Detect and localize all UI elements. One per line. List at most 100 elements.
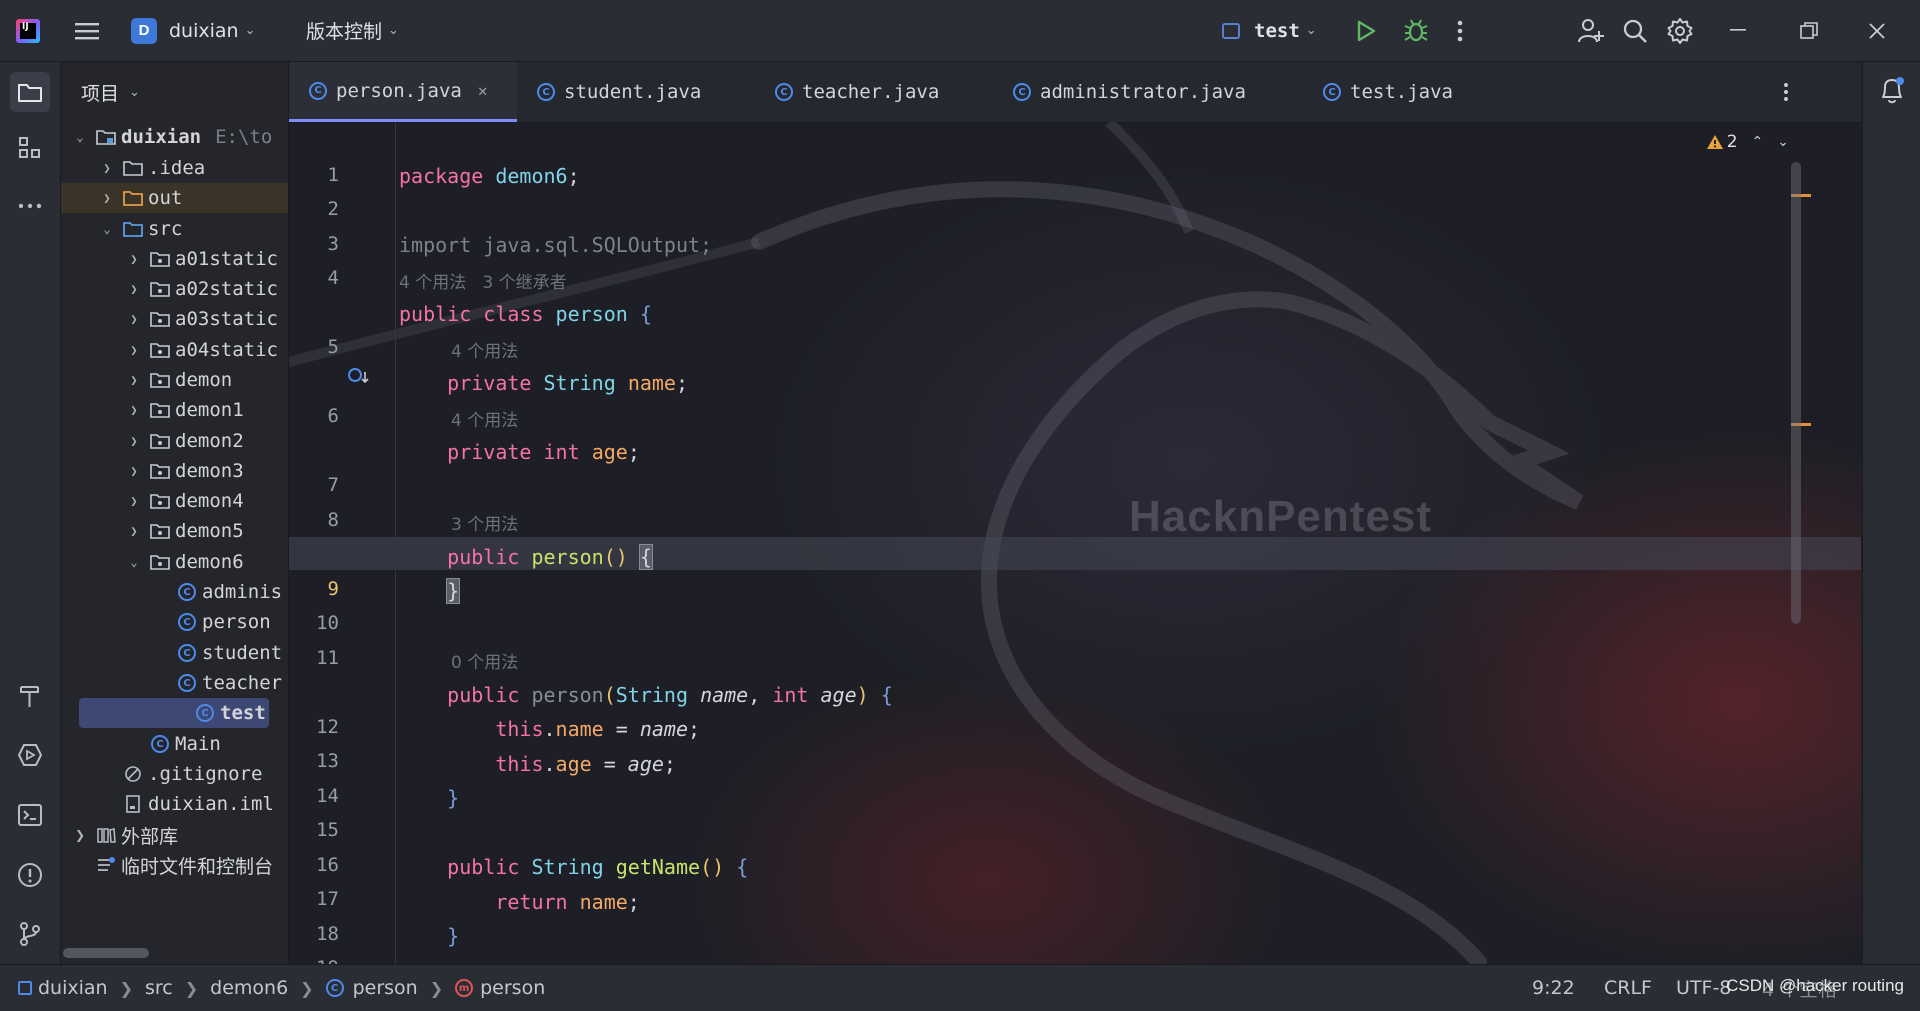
code-line[interactable]: } bbox=[399, 578, 461, 604]
tree-item[interactable]: ❯ demon2 bbox=[61, 426, 288, 456]
problems-icon[interactable] bbox=[10, 855, 50, 895]
tab-administrator-java[interactable]: C administrator.java bbox=[1013, 62, 1246, 122]
chevron-down-icon[interactable]: ⌄ bbox=[125, 555, 143, 569]
tab-more-icon[interactable] bbox=[1783, 62, 1789, 122]
code-line[interactable]: private String name; bbox=[399, 371, 688, 395]
tree-item[interactable]: duixian.iml bbox=[61, 789, 288, 819]
horizontal-scrollbar[interactable] bbox=[63, 948, 149, 958]
project-panel-header[interactable]: 项目 ⌄ bbox=[61, 62, 288, 122]
code-line[interactable]: } bbox=[399, 786, 459, 810]
breadcrumb-item[interactable]: person bbox=[353, 977, 418, 999]
tree-item[interactable]: ❯ demon1 bbox=[61, 395, 288, 425]
chevron-right-icon[interactable]: ❯ bbox=[125, 312, 143, 326]
chevron-right-icon[interactable]: ❯ bbox=[125, 524, 143, 538]
add-user-icon[interactable] bbox=[1577, 0, 1607, 61]
more-tool-windows-icon[interactable] bbox=[10, 186, 50, 226]
tree-item[interactable]: ❯ demon bbox=[61, 365, 288, 395]
tree-item[interactable]: ⌄ demon6 bbox=[61, 547, 288, 577]
breadcrumb-item[interactable]: src bbox=[145, 977, 173, 999]
chevron-right-icon[interactable]: ❯ bbox=[125, 494, 143, 508]
code-line[interactable]: public String getName() { bbox=[399, 855, 748, 879]
debug-icon[interactable] bbox=[1403, 0, 1433, 61]
chevron-right-icon[interactable]: ❯ bbox=[125, 464, 143, 478]
tree-item[interactable]: ❯ 外部库 bbox=[61, 820, 288, 850]
constructor-usage-hint[interactable]: 3 个用法 bbox=[451, 510, 518, 535]
main-menu-icon[interactable] bbox=[74, 0, 102, 61]
tree-item[interactable]: ❯ a03static bbox=[61, 304, 288, 334]
tree-item[interactable]: ❯ a02static bbox=[61, 274, 288, 304]
project-view-folder-icon[interactable] bbox=[10, 72, 50, 112]
chevron-right-icon[interactable]: ❯ bbox=[98, 161, 116, 175]
code-line[interactable]: this.age = age; bbox=[399, 752, 676, 776]
more-actions-icon[interactable] bbox=[1457, 0, 1477, 61]
restore-window-icon[interactable] bbox=[1800, 0, 1830, 61]
close-window-icon[interactable] bbox=[1868, 0, 1898, 61]
file-encoding[interactable]: UTF-8 bbox=[1676, 965, 1731, 1011]
code-line[interactable]: public class person { bbox=[399, 302, 652, 326]
line-separator[interactable]: CRLF bbox=[1604, 965, 1652, 1011]
run-icon[interactable] bbox=[1355, 0, 1383, 61]
project-switcher[interactable]: D duixian ⌄ bbox=[131, 0, 256, 61]
field-usage-hint[interactable]: 4 个用法 bbox=[451, 337, 518, 362]
chevron-right-icon[interactable]: ❯ bbox=[71, 828, 89, 842]
tree-item[interactable]: 临时文件和控制台 bbox=[61, 850, 288, 880]
code-line[interactable]: package demon6; bbox=[399, 164, 580, 188]
tab-test-java[interactable]: C test.java bbox=[1323, 62, 1453, 122]
app-logo-icon[interactable] bbox=[16, 0, 46, 61]
tree-item[interactable]: ❯ demon4 bbox=[61, 486, 288, 516]
constructor-usage-hint[interactable]: 0 个用法 bbox=[451, 648, 518, 673]
code-line[interactable]: } bbox=[399, 924, 459, 948]
chevron-right-icon[interactable]: ❯ bbox=[98, 191, 116, 205]
tree-item[interactable]: ❯ demon3 bbox=[61, 456, 288, 486]
chevron-right-icon[interactable]: ❯ bbox=[125, 373, 143, 387]
build-hammer-icon[interactable] bbox=[10, 676, 50, 716]
vcs-menu[interactable]: 版本控制 ⌄ bbox=[306, 0, 399, 61]
tree-item[interactable]: ❯ a04static bbox=[61, 335, 288, 365]
notifications-bell-icon[interactable] bbox=[1878, 76, 1906, 110]
tree-item[interactable]: C Main bbox=[61, 729, 288, 759]
caret-position[interactable]: 9:22 bbox=[1532, 965, 1575, 1011]
settings-gear-icon[interactable] bbox=[1666, 0, 1696, 61]
chevron-right-icon[interactable]: ❯ bbox=[125, 403, 143, 417]
code-line[interactable]: return name; bbox=[399, 890, 640, 914]
tree-item[interactable]: Ctest bbox=[79, 698, 269, 728]
tree-item[interactable]: ❯ out bbox=[61, 183, 288, 213]
tab-teacher-java[interactable]: C teacher.java bbox=[775, 62, 939, 122]
tree-item[interactable]: .gitignore bbox=[61, 759, 288, 789]
chevron-right-icon[interactable]: ❯ bbox=[125, 343, 143, 357]
next-highlight-icon[interactable]: ⌄ bbox=[1777, 134, 1789, 150]
chevron-right-icon[interactable]: ❯ bbox=[125, 434, 143, 448]
chevron-down-icon[interactable]: ⌄ bbox=[71, 130, 89, 144]
previous-highlight-icon[interactable]: ⌃ bbox=[1752, 134, 1764, 150]
tab-person-java[interactable]: C person.java ✕ bbox=[289, 62, 517, 122]
search-icon[interactable] bbox=[1622, 0, 1652, 61]
vertical-scrollbar[interactable] bbox=[1791, 162, 1801, 624]
chevron-down-icon[interactable]: ⌄ bbox=[98, 222, 116, 236]
structure-icon[interactable] bbox=[10, 128, 50, 168]
overridden-method-gutter-icon[interactable] bbox=[347, 366, 371, 390]
services-run-icon[interactable] bbox=[10, 735, 50, 775]
tree-item[interactable]: ❯ demon5 bbox=[61, 516, 288, 546]
terminal-icon[interactable] bbox=[10, 795, 50, 835]
tree-item[interactable]: Cstudent bbox=[61, 638, 288, 668]
tree-item[interactable]: Cperson bbox=[61, 607, 288, 637]
run-configuration-selector[interactable]: test ⌄ bbox=[1222, 0, 1317, 61]
code-line[interactable]: public person(String name, int age) { bbox=[399, 683, 893, 707]
chevron-right-icon[interactable]: ❯ bbox=[125, 252, 143, 266]
code-line[interactable]: this.name = name; bbox=[399, 717, 700, 741]
tree-item[interactable]: Cadminis bbox=[61, 577, 288, 607]
breadcrumb-item[interactable]: person bbox=[480, 977, 545, 999]
code-line[interactable]: import java.sql.SQLOutput; bbox=[399, 233, 712, 257]
minimize-window-icon[interactable] bbox=[1730, 0, 1760, 61]
tree-item[interactable]: ❯ .idea bbox=[61, 153, 288, 183]
inspection-widget[interactable]: 2 ⌃ ⌄ bbox=[1706, 132, 1789, 152]
tree-item[interactable]: ⌄ src bbox=[61, 214, 288, 244]
tree-item[interactable]: ❯ a01static bbox=[61, 244, 288, 274]
chevron-right-icon[interactable]: ❯ bbox=[125, 282, 143, 296]
code-line-current[interactable]: public person() { bbox=[399, 544, 653, 570]
git-branch-icon[interactable] bbox=[10, 914, 50, 954]
tree-item[interactable]: Cteacher bbox=[61, 668, 288, 698]
breadcrumb-item[interactable]: duixian bbox=[38, 977, 108, 999]
field-usage-hint[interactable]: 4 个用法 bbox=[451, 406, 518, 431]
code-line[interactable]: private int age; bbox=[399, 440, 640, 464]
